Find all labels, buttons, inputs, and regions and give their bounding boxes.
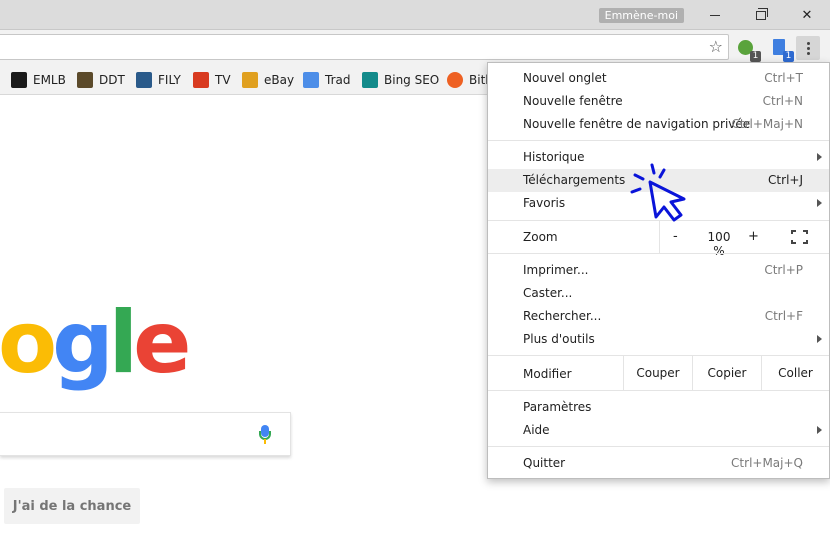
bookmark-favicon-icon (447, 71, 463, 88)
menu-item-new-tab[interactable]: Nouvel onglet Ctrl+T (488, 67, 829, 90)
menu-item-more-tools[interactable]: Plus d'outils (488, 328, 829, 351)
zoom-in-button[interactable]: + (748, 229, 759, 244)
toolbar: ☆ 1 1 (0, 30, 830, 64)
restore-button[interactable] (738, 0, 784, 30)
chrome-menu: Nouvel onglet Ctrl+T Nouvelle fenêtre Ctrl… (487, 62, 830, 479)
menu-item-bookmarks[interactable]: Favoris (488, 192, 829, 215)
bookmark-star-icon[interactable]: ☆ (709, 38, 723, 56)
minimize-button[interactable] (692, 0, 738, 30)
search-input[interactable] (0, 412, 291, 456)
lucky-button[interactable]: J'ai de la chance (4, 488, 140, 524)
bookmark-bitl[interactable]: Bitl (447, 71, 489, 88)
menu-item-print[interactable]: Imprimer... Ctrl+P (488, 259, 829, 282)
menu-item-help[interactable]: Aide (488, 419, 829, 442)
menu-separator (488, 253, 829, 254)
menu-edit-row: Modifier Couper Copier Coller (488, 356, 829, 390)
bookmark-bing-seo[interactable]: Bing SEO (362, 71, 439, 88)
bookmark-favicon-icon (136, 71, 152, 88)
zoom-out-button[interactable]: - (673, 229, 678, 244)
bookmark-favicon-icon (362, 71, 378, 88)
bookmark-favicon-icon (11, 71, 27, 88)
close-icon: ✕ (801, 7, 813, 23)
bookmark-fily[interactable]: FILY (136, 71, 181, 88)
menu-dot-icon (806, 51, 810, 55)
bookmark-trad[interactable]: Trad (303, 71, 350, 88)
bookmark-favicon-icon (193, 71, 209, 88)
menu-item-cast[interactable]: Caster... (488, 282, 829, 305)
cut-button[interactable]: Couper (623, 356, 692, 390)
menu-item-new-window[interactable]: Nouvelle fenêtre Ctrl+N (488, 90, 829, 113)
google-logo: ogle (0, 293, 191, 393)
extension-badge: 1 (750, 51, 761, 62)
title-bar: Emmène-moi ✕ (0, 0, 830, 30)
menu-separator (488, 390, 829, 391)
bookmark-favicon-icon (303, 71, 319, 88)
bookmark-tv[interactable]: TV (193, 71, 231, 88)
bookmark-favicon-icon (242, 71, 258, 88)
submenu-arrow-icon (817, 199, 822, 207)
menu-item-downloads[interactable]: Téléchargements Ctrl+J (488, 169, 829, 192)
bookmark-ddt[interactable]: DDT (77, 71, 125, 88)
bookmark-favicon-icon (77, 71, 93, 88)
submenu-arrow-icon (817, 335, 822, 343)
menu-zoom-row: Zoom - 100 % + (488, 221, 829, 258)
menu-item-incognito[interactable]: Nouvelle fenêtre de navigation privée Ctr… (488, 113, 829, 136)
menu-item-history[interactable]: Historique (488, 146, 829, 169)
submenu-arrow-icon (817, 153, 822, 161)
bookmark-ebay[interactable]: eBay (242, 71, 294, 88)
bookmark-emlb[interactable]: EMLB (11, 71, 66, 88)
menu-dot-icon (806, 46, 810, 50)
minimize-icon (710, 14, 720, 16)
menu-item-quit[interactable]: Quitter Ctrl+Maj+Q (488, 452, 829, 475)
fullscreen-icon[interactable] (791, 230, 808, 244)
extension-button-blue[interactable]: 1 (770, 38, 794, 62)
menu-dot-icon (806, 41, 810, 45)
paste-button[interactable]: Coller (761, 356, 829, 390)
extension-badge: 1 (783, 51, 794, 62)
menu-item-settings[interactable]: Paramètres (488, 396, 829, 419)
extension-button-green[interactable]: 1 (737, 38, 761, 62)
restore-icon (756, 7, 768, 20)
address-bar[interactable]: ☆ (0, 34, 729, 60)
submenu-arrow-icon (817, 426, 822, 434)
menu-separator (488, 140, 829, 141)
menu-item-find[interactable]: Rechercher... Ctrl+F (488, 305, 829, 328)
profile-button[interactable]: Emmène-moi (598, 8, 684, 23)
microphone-icon[interactable] (259, 425, 271, 445)
chrome-menu-button[interactable] (796, 36, 820, 60)
menu-separator (488, 446, 829, 447)
close-button[interactable]: ✕ (784, 0, 830, 30)
copy-button[interactable]: Copier (692, 356, 761, 390)
